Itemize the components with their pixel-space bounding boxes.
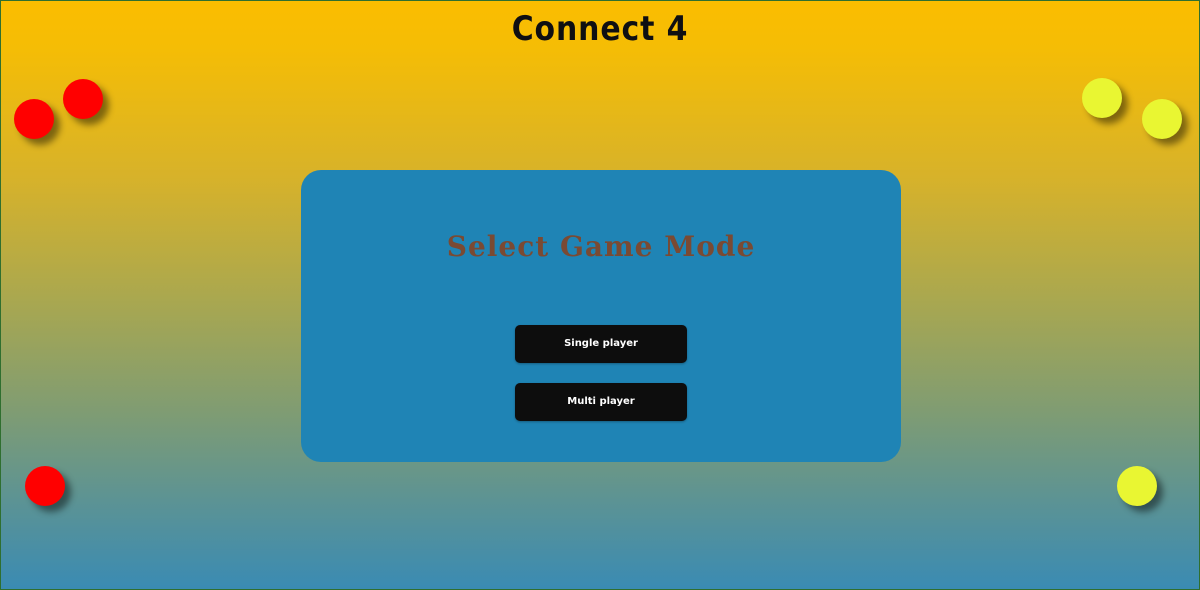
game-mode-panel: Select Game Mode Single player Multi pla… (301, 170, 901, 462)
game-screen: Connect 4 Select Game Mode Single player… (0, 0, 1200, 590)
yellow-disc-icon (1142, 99, 1182, 139)
red-disc-icon (14, 99, 54, 139)
yellow-disc-icon (1082, 78, 1122, 118)
yellow-disc-icon (1117, 466, 1157, 506)
red-disc-icon (25, 466, 65, 506)
single-player-button[interactable]: Single player (515, 325, 687, 363)
game-title: Connect 4 (511, 9, 689, 49)
multi-player-button[interactable]: Multi player (515, 383, 687, 421)
game-mode-heading: Select Game Mode (446, 230, 756, 263)
red-disc-icon (63, 79, 103, 119)
